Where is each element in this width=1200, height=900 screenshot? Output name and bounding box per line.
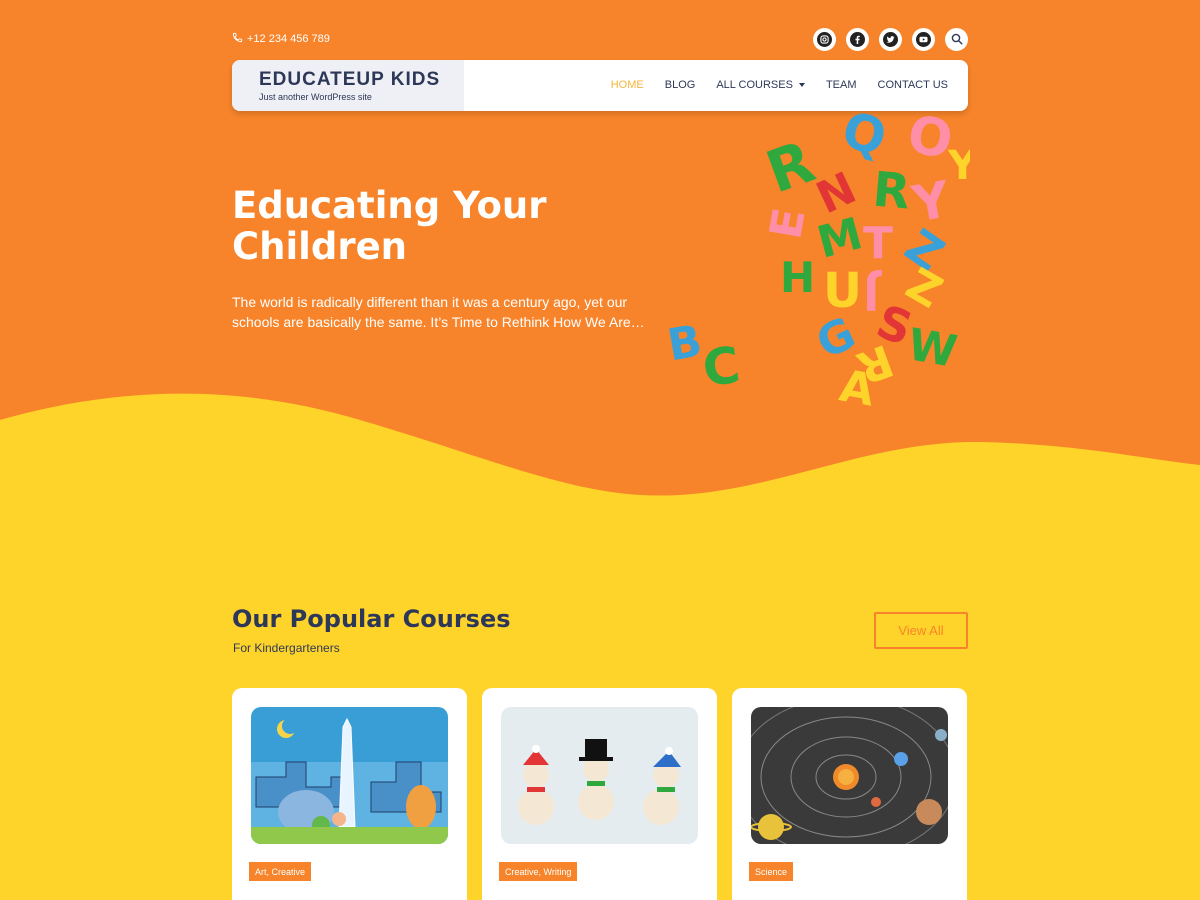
- art-illustration-image: [251, 707, 448, 844]
- hero-description: The world is radically different than it…: [232, 294, 645, 330]
- course-category-tag[interactable]: Science: [749, 862, 794, 881]
- course-thumbnail[interactable]: [251, 707, 448, 844]
- hero-title: Educating Your Children: [232, 185, 652, 267]
- hero-title-line1: Educating Your: [232, 184, 547, 227]
- hero-title-line2: Children: [232, 225, 408, 268]
- site-tagline: Just another WordPress site: [259, 92, 372, 102]
- phone-number: +12 234 456 789: [247, 33, 330, 45]
- main-navbar: EDUCATEUP KIDS Just another WordPress si…: [232, 60, 968, 111]
- menu-item-all-courses[interactable]: ALL COURSES: [716, 79, 805, 91]
- course-thumbnail[interactable]: [501, 707, 698, 844]
- course-card[interactable]: Creative, Writing: [482, 688, 717, 900]
- course-category-tag[interactable]: Art, Creative: [249, 862, 312, 881]
- main-menu: HOME BLOG ALL COURSES TEAM CONTACT US: [611, 79, 948, 91]
- course-thumbnail[interactable]: [751, 707, 948, 844]
- view-all-button[interactable]: View All: [874, 612, 968, 649]
- chevron-down-icon: [798, 83, 805, 87]
- menu-item-blog[interactable]: BLOG: [665, 79, 696, 91]
- top-bar: +12 234 456 789: [232, 28, 968, 52]
- hero-wave: [0, 393, 1200, 540]
- section-subtitle: For Kindergarteners: [233, 641, 340, 655]
- alphabet-letters-image: R Q O Y N R Y E M T Z H U J Z G S W R A …: [668, 113, 970, 417]
- facebook-link[interactable]: [846, 28, 869, 51]
- youtube-icon: [916, 32, 931, 47]
- menu-item-contact-us[interactable]: CONTACT US: [878, 79, 949, 91]
- solar-system-drawing-image: [751, 707, 948, 844]
- phone-contact[interactable]: +12 234 456 789: [232, 32, 330, 46]
- instagram-icon: [817, 32, 832, 47]
- menu-item-all-courses-label: ALL COURSES: [716, 79, 793, 91]
- facebook-icon: [850, 32, 865, 47]
- course-card[interactable]: Science: [732, 688, 967, 900]
- menu-item-home[interactable]: HOME: [611, 79, 644, 91]
- search-button[interactable]: [945, 28, 968, 51]
- social-links: [813, 28, 968, 51]
- snowmen-craft-image: [501, 707, 698, 844]
- menu-item-team[interactable]: TEAM: [826, 79, 857, 91]
- course-card[interactable]: Art, Creative: [232, 688, 467, 900]
- youtube-link[interactable]: [912, 28, 935, 51]
- course-category-tag[interactable]: Creative, Writing: [499, 862, 578, 881]
- instagram-link[interactable]: [813, 28, 836, 51]
- site-title: EDUCATEUP KIDS: [259, 69, 441, 90]
- twitter-icon: [883, 32, 898, 47]
- twitter-link[interactable]: [879, 28, 902, 51]
- section-title: Our Popular Courses: [232, 605, 511, 633]
- search-icon: [951, 30, 963, 49]
- site-brand[interactable]: EDUCATEUP KIDS Just another WordPress si…: [232, 60, 464, 111]
- phone-icon: [232, 32, 243, 46]
